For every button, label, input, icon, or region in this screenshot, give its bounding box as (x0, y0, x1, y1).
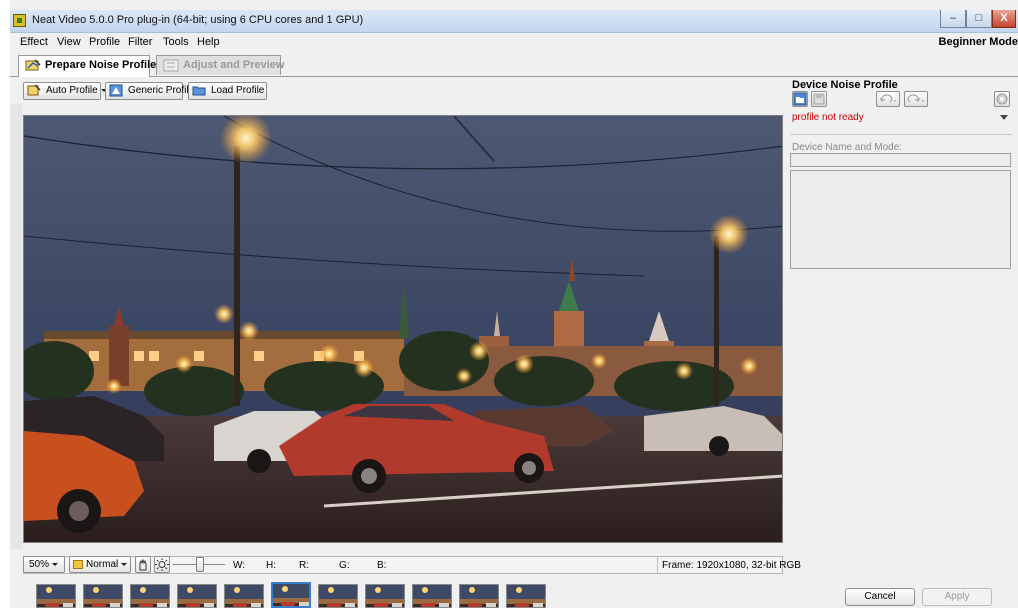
chevron-down-icon (1000, 115, 1008, 120)
filmstrip-thumbnail[interactable] (365, 584, 405, 608)
width-label: W: (233, 560, 246, 571)
window-title: Neat Video 5.0.0 Pro plug-in (64-bit; us… (32, 14, 364, 26)
filmstrip-thumbnail[interactable] (224, 584, 264, 608)
generic-profile-label: Generic Profile (128, 85, 195, 96)
tab-adjust-and-preview[interactable]: Adjust and Preview (156, 55, 285, 75)
thumbnail-image (225, 585, 263, 607)
cancel-button[interactable]: Cancel (845, 588, 915, 606)
menu-view[interactable]: View (57, 36, 81, 48)
image-viewer[interactable] (23, 115, 783, 543)
thumbnail-image (178, 585, 216, 607)
profile-status-dropdown[interactable]: profile not ready (790, 111, 1012, 125)
close-button[interactable]: X (992, 10, 1016, 28)
filmstrip-thumbnail[interactable] (459, 584, 499, 608)
auto-profile-label: Auto Profile (46, 85, 98, 96)
thumbnail-image (366, 585, 404, 607)
thumbnail-image (507, 585, 545, 607)
green-label: G: (339, 560, 350, 571)
thumbnail-image (413, 585, 451, 607)
chevron-down-icon (121, 562, 128, 566)
generic-profile-button[interactable]: Generic Profile (105, 82, 194, 100)
save-profile-button[interactable] (811, 91, 827, 107)
thumbnail-image (84, 585, 122, 607)
filmstrip-thumbnail[interactable] (318, 584, 358, 608)
menu-help[interactable]: Help (197, 36, 220, 48)
title-bar: Neat Video 5.0.0 Pro plug-in (64-bit; us… (10, 10, 1018, 33)
device-notes-area[interactable] (790, 170, 1011, 269)
profile-status-text: profile not ready (792, 112, 864, 123)
brightness-slider-thumb[interactable] (196, 557, 204, 572)
blue-label: B: (377, 560, 387, 571)
status-divider (657, 557, 658, 573)
minimize-button[interactable]: – (940, 10, 966, 28)
filmstrip-thumbnail[interactable] (271, 582, 311, 608)
frame-info: Frame: 1920x1080, 32-bit RGB (662, 560, 801, 571)
desktop-edge (0, 0, 10, 608)
prepare-profile-icon (25, 59, 41, 71)
folder-icon (793, 92, 807, 106)
blend-mode-value: Normal (86, 559, 119, 570)
generic-profile-icon (109, 84, 123, 97)
menu-bar: Effect View Profile Filter Tools Help Be… (10, 33, 1018, 50)
load-profile-button[interactable]: Load Profile (188, 82, 267, 100)
sun-icon (155, 558, 169, 571)
redo-button[interactable] (904, 91, 928, 107)
maximize-button[interactable]: □ (966, 10, 992, 28)
app-icon (13, 14, 26, 27)
undo-button[interactable] (876, 91, 900, 107)
zoom-value: 50% (29, 559, 50, 570)
device-name-field[interactable] (790, 153, 1011, 167)
video-frame-preview (24, 116, 782, 542)
beginner-mode-link[interactable]: Beginner Mode (939, 36, 1018, 48)
red-label: R: (299, 560, 309, 571)
auto-profile-button[interactable]: Auto Profile (23, 82, 107, 100)
filmstrip-thumbnail[interactable] (36, 584, 76, 608)
brightness-button[interactable] (154, 556, 170, 573)
chevron-down-icon (52, 562, 59, 566)
thumbnail-image (460, 585, 498, 607)
folder-icon (192, 86, 206, 96)
gear-icon (996, 93, 1008, 105)
filmstrip-thumbnail[interactable] (130, 584, 170, 608)
tab-strip: Prepare Noise Profile Adjust and Preview (10, 52, 1018, 77)
blend-mode-dropdown[interactable]: Normal (69, 556, 131, 573)
save-icon (813, 93, 825, 105)
panel-divider (790, 134, 1012, 135)
apply-button[interactable]: Apply (922, 588, 992, 606)
redo-icon (907, 94, 924, 103)
open-profile-button[interactable] (792, 91, 808, 107)
adjust-preview-icon (163, 59, 179, 72)
folder-icon (73, 560, 83, 569)
tab-label: Prepare Noise Profile (45, 59, 157, 71)
filmstrip-thumbnail[interactable] (83, 584, 123, 608)
undo-icon (879, 94, 896, 103)
profile-settings-button[interactable] (994, 91, 1010, 107)
tab-label: Adjust and Preview (183, 59, 285, 71)
hand-tool-button[interactable] (135, 556, 151, 573)
filmstrip-thumbnail[interactable] (412, 584, 452, 608)
tab-prepare-noise-profile[interactable]: Prepare Noise Profile (18, 55, 156, 77)
zoom-dropdown[interactable]: 50% (23, 556, 65, 573)
auto-profile-icon (27, 84, 41, 96)
hand-icon (139, 558, 147, 571)
filmstrip-thumbnail[interactable] (177, 584, 217, 608)
thumbnail-image (37, 585, 75, 607)
device-noise-profile-title: Device Noise Profile (792, 79, 898, 91)
thumbnail-image (273, 584, 309, 606)
thumbnail-image (319, 585, 357, 607)
height-label: H: (266, 560, 276, 571)
filmstrip-thumbnail[interactable] (506, 584, 546, 608)
menu-tools[interactable]: Tools (163, 36, 189, 48)
load-profile-label: Load Profile (211, 85, 265, 96)
thumbnail-image (131, 585, 169, 607)
viewer-scroll-edge (10, 104, 22, 549)
device-name-label: Device Name and Mode: (792, 142, 903, 153)
menu-effect[interactable]: Effect (20, 36, 48, 48)
menu-profile[interactable]: Profile (89, 36, 120, 48)
menu-filter[interactable]: Filter (128, 36, 152, 48)
